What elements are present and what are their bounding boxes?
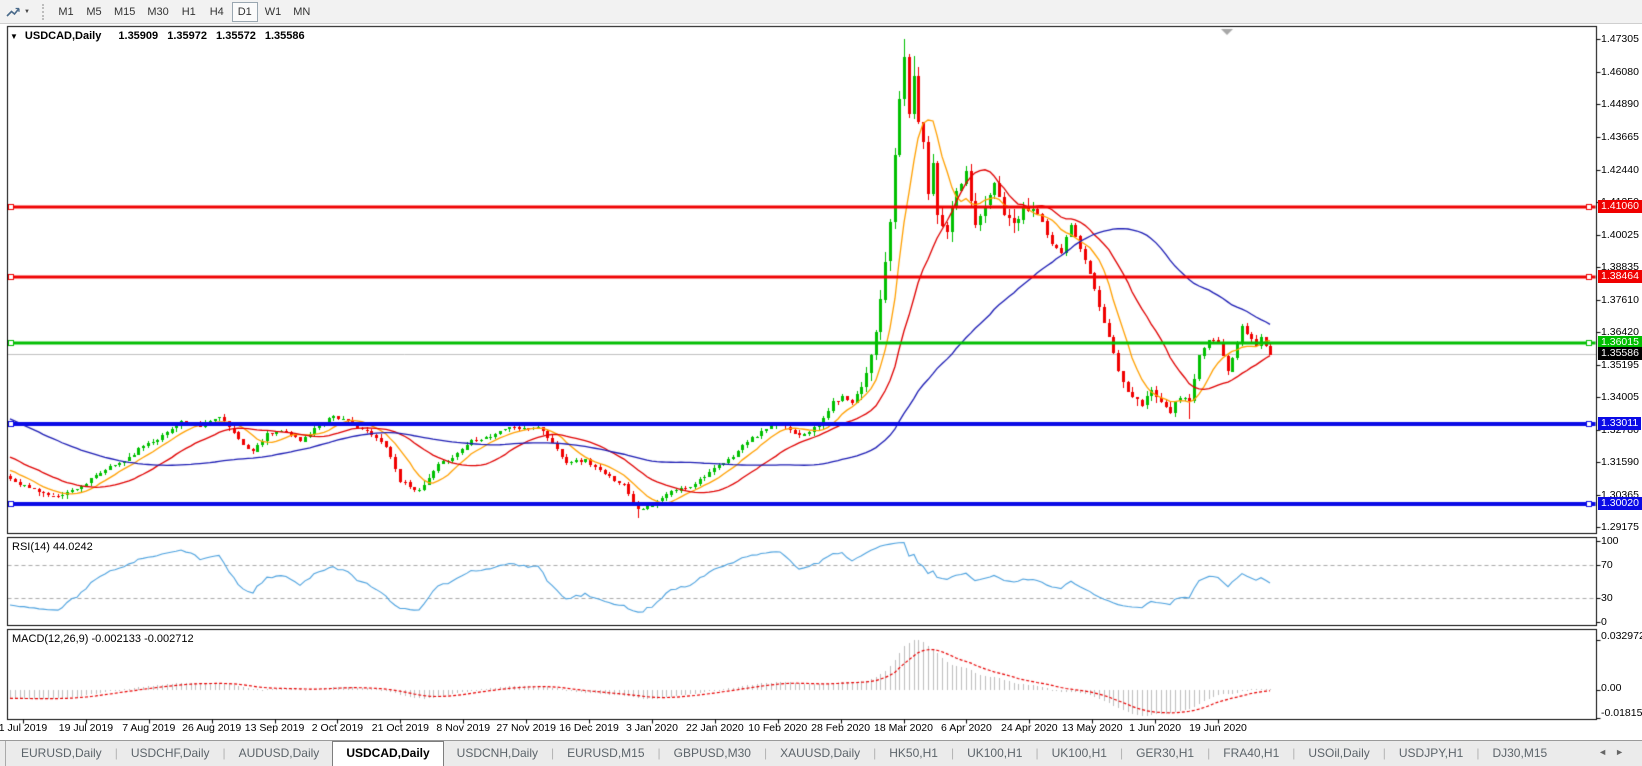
tab-fra40-h1[interactable]: FRA40,H1 [1210,741,1292,766]
hline-price-label: 1.33011 [1598,416,1642,430]
price-tick-label: 1.47305 [1601,32,1639,45]
date-tick-label: 24 Apr 2020 [1000,722,1058,734]
quote-open: 1.35909 [118,30,159,42]
chart-canvas[interactable] [0,24,1642,740]
date-tick-label: 1 Jul 2019 [0,722,48,734]
tab-hk50-h1[interactable]: HK50,H1 [876,741,951,766]
tab-ger30-h1[interactable]: GER30,H1 [1123,741,1207,766]
date-tick-label: 2 Oct 2019 [311,722,364,734]
date-tick-label: 27 Nov 2019 [496,722,556,734]
chart-tabbar: EURUSD,Daily | USDCHF,Daily | AUDUSD,Daily US… [0,740,1642,766]
tab-uk100-h1[interactable]: UK100,H1 [954,741,1035,766]
quote-low: 1.35572 [216,30,256,42]
price-tick-label: 1.46080 [1601,65,1639,78]
tab-scroll-left-icon[interactable]: ◄ [1598,747,1615,757]
date-tick-label: 21 Oct 2019 [371,722,429,734]
hline-price-label: 1.41060 [1598,199,1642,213]
tab-xauusd-daily[interactable]: XAUUSD,Daily [767,741,873,766]
tab-eurusd-m15[interactable]: EURUSD,M15 [554,741,657,766]
chevron-down-icon[interactable]: ▼ [24,9,30,15]
chart-quote-line: ▼ USDCAD,Daily 1.35909 1.35972 1.35572 1.… [10,30,305,42]
date-tick-label: 7 Aug 2019 [122,722,176,734]
date-tick-label: 19 Jul 2019 [58,722,114,734]
price-tick-label: 1.37610 [1601,293,1639,306]
timeframe-button-M30[interactable]: M30 [142,2,173,22]
date-tick-label: 28 Feb 2020 [811,722,871,734]
tab-uk100-h1[interactable]: UK100,H1 [1039,741,1120,766]
rsi-axis-label: 0 [1601,616,1607,628]
date-tick-label: 18 Mar 2020 [874,722,933,734]
timeframe-button-M5[interactable]: M5 [81,2,107,22]
tab-usdjpy-h1[interactable]: USDJPY,H1 [1386,741,1476,766]
tab-eurusd-daily[interactable]: EURUSD,Daily [8,741,115,766]
date-tick-label: 3 Jan 2020 [625,722,678,734]
rsi-axis-label: 70 [1601,559,1613,572]
quote-high: 1.35972 [167,30,207,42]
date-tick-label: 16 Dec 2019 [559,722,619,734]
tab-scroll-arrows[interactable]: ◄► [1598,747,1632,757]
tabbar-left-edge [0,741,6,766]
price-tick-label: 1.44890 [1601,97,1639,110]
macd-axis-label: -0.018154 [1601,707,1642,719]
date-tick-label: 13 May 2020 [1061,722,1123,734]
price-tick-label: 1.42440 [1601,163,1639,176]
macd-indicator-label: MACD(12,26,9) -0.002133 -0.002712 [12,633,194,645]
current-price-label: 1.35586 [1598,347,1642,361]
timeframe-button-H4[interactable]: H4 [204,2,230,22]
tab-audusd-daily[interactable]: AUDUSD,Daily [226,741,333,766]
tab-usdcad-daily[interactable]: USDCAD,Daily [332,741,444,766]
quote-close: 1.35586 [264,30,305,42]
date-tick-label: 13 Sep 2019 [244,722,305,734]
macd-axis-label: 0.00 [1601,682,1622,694]
timeframe-button-W1[interactable]: W1 [260,2,287,22]
macd-axis-label: 0.032972 [1601,630,1642,642]
date-tick-label: 22 Jan 2020 [685,722,744,734]
tab-scroll-right-icon[interactable]: ► [1615,747,1632,757]
timeframe-button-M15[interactable]: M15 [109,2,140,22]
price-tick-label: 1.35195 [1601,358,1639,371]
chart-window: ▼ USDCAD,Daily 1.35909 1.35972 1.35572 1.… [0,24,1642,740]
timeframe-button-MN[interactable]: MN [288,2,315,22]
date-tick-label: 26 Aug 2019 [182,722,242,734]
price-tick-label: 1.31590 [1601,455,1639,468]
tab-usdcnh-daily[interactable]: USDCNH,Daily [444,741,551,766]
tab-usoil-daily[interactable]: USOil,Daily [1295,741,1382,766]
hline-price-label: 1.38464 [1598,269,1642,283]
rsi-axis-label: 30 [1601,591,1613,604]
timeframe-button-H1[interactable]: H1 [176,2,202,22]
tab-gbpusd-m30[interactable]: GBPUSD,M30 [661,741,764,766]
rsi-axis-label: 100 [1601,535,1619,547]
timeframe-toolbar: ▼ M1 M5 M15 M30 H1 H4 D1 W1 MN [0,0,1642,24]
chart-symbol-period: USDCAD,Daily [24,30,102,42]
price-tick-label: 1.29175 [1601,521,1639,533]
timeframe-button-D1[interactable]: D1 [231,1,258,22]
hline-price-label: 1.30020 [1598,497,1642,511]
date-tick-label: 1 Jun 2020 [1129,722,1182,734]
date-tick-label: 19 Jun 2020 [1189,722,1247,734]
date-tick-label: 6 Apr 2020 [941,722,992,734]
price-tick-label: 1.43665 [1601,130,1639,143]
tab-usdchf-daily[interactable]: USDCHF,Daily [118,741,223,766]
toolbar-separator [41,3,46,20]
collapse-quote-icon[interactable]: ▼ [10,32,18,41]
price-tick-label: 1.40025 [1601,228,1639,241]
date-tick-label: 8 Nov 2019 [436,722,491,734]
trend-cursor-icon[interactable] [3,3,23,21]
timeframe-button-M1[interactable]: M1 [53,2,79,22]
rsi-indicator-label: RSI(14) 44.0242 [12,541,93,553]
tab-dj30-m15[interactable]: DJ30,M15 [1479,741,1560,766]
price-tick-label: 1.34005 [1601,390,1639,403]
date-tick-label: 10 Feb 2020 [748,722,808,734]
